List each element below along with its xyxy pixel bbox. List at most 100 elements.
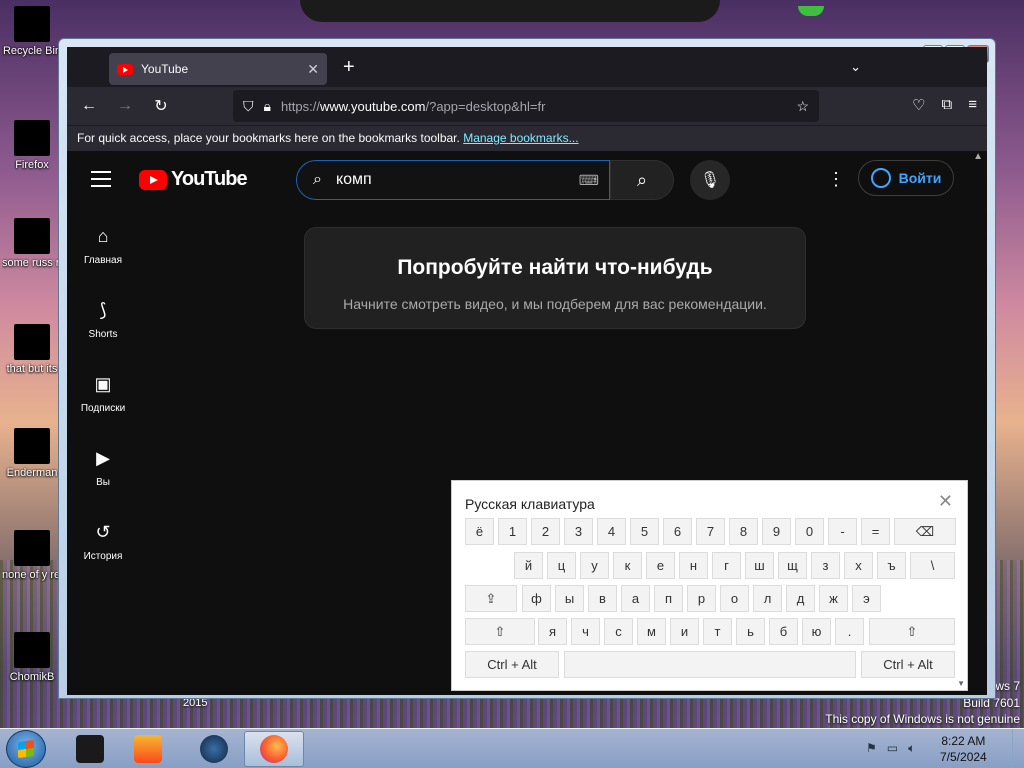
bookmark-star-icon[interactable]: ☆ <box>796 98 809 115</box>
taskbar-app-globe[interactable] <box>184 731 244 767</box>
voice-search-mic-icon[interactable]: 🎙︎ <box>690 160 730 200</box>
settings-kebab-icon[interactable]: ⋮ <box>827 169 845 190</box>
keyboard-key[interactable]: 3 <box>564 518 593 545</box>
taskbar-app-firefox[interactable] <box>244 731 304 767</box>
keyboard-key[interactable]: ь <box>736 618 765 645</box>
shield-icon[interactable]: ⛉ <box>243 98 254 115</box>
keyboard-key[interactable]: ⇪ <box>465 585 517 612</box>
keyboard-key[interactable]: ы <box>555 585 584 612</box>
desktop-icon[interactable]: none of y retards kn <box>2 530 62 582</box>
tray-volume-icon[interactable]: 🔈︎ <box>908 741 915 756</box>
reload-icon[interactable]: ↻ <box>143 96 179 116</box>
keyboard-key[interactable]: 0 <box>795 518 824 545</box>
keyboard-key[interactable]: - <box>828 518 857 545</box>
keyboard-key[interactable]: у <box>580 552 609 579</box>
keyboard-key[interactable]: 6 <box>663 518 692 545</box>
tab-youtube[interactable]: YouTube ✕ <box>109 53 327 85</box>
guide-menu-icon[interactable] <box>91 171 111 192</box>
search-input[interactable]: ⌕ комп ⌨ <box>296 160 610 200</box>
keyboard-key[interactable]: м <box>637 618 666 645</box>
tab-close-icon[interactable]: ✕ <box>307 61 319 78</box>
keyboard-key[interactable]: г <box>712 552 741 579</box>
taskbar-app-media-player[interactable] <box>118 731 178 767</box>
desktop-icon[interactable]: Firefox <box>2 120 62 172</box>
keyboard-key[interactable]: д <box>786 585 815 612</box>
guide-item-history[interactable]: ↺ История <box>67 505 139 579</box>
keyboard-key[interactable]: 4 <box>597 518 626 545</box>
virtual-keyboard-icon[interactable]: ⌨ <box>579 172 599 189</box>
guide-item-subscriptions[interactable]: ▣ Подписки <box>67 357 139 431</box>
guide-item-you[interactable]: ▶ Вы <box>67 431 139 505</box>
desktop-icon[interactable]: Recycle Bin <box>2 6 62 58</box>
keyboard-key[interactable]: я <box>538 618 567 645</box>
desktop-icon[interactable]: ChomikB <box>2 632 62 684</box>
desktop-icon[interactable]: that but its <box>2 324 62 376</box>
keyboard-key[interactable]: = <box>861 518 890 545</box>
youtube-logo[interactable]: YouTube <box>139 168 248 191</box>
forward-arrow-icon[interactable]: → <box>107 97 143 115</box>
keyboard-key[interactable]: 5 <box>630 518 659 545</box>
keyboard-key[interactable]: п <box>654 585 683 612</box>
keyboard-key[interactable]: л <box>753 585 782 612</box>
keyboard-key[interactable]: ю <box>802 618 831 645</box>
keyboard-key[interactable]: Ctrl + Alt <box>465 651 559 678</box>
search-value[interactable]: комп <box>336 171 579 189</box>
menu-hamburger-icon[interactable]: ≡ <box>968 96 977 114</box>
guide-item-home[interactable]: ⌂ Главная <box>67 209 139 283</box>
keyboard-key[interactable]: к <box>613 552 642 579</box>
keyboard-key[interactable]: 1 <box>498 518 527 545</box>
keyboard-key[interactable]: ж <box>819 585 848 612</box>
keyboard-key[interactable]: 7 <box>696 518 725 545</box>
keyboard-key[interactable]: а <box>621 585 650 612</box>
keyboard-key[interactable]: ё <box>465 518 494 545</box>
keyboard-key[interactable]: и <box>670 618 699 645</box>
desktop-icon[interactable]: Enderman <box>2 428 62 480</box>
list-all-tabs-chevron-icon[interactable]: ⌄ <box>850 59 861 75</box>
keyboard-key[interactable]: ф <box>522 585 551 612</box>
lock-icon[interactable]: 🔒︎ <box>264 98 271 115</box>
clock[interactable]: 8:22 AM 7/5/2024 <box>940 733 987 765</box>
extensions-icon[interactable]: ⧉ <box>942 96 953 114</box>
tray-flag-icon[interactable]: ⚑ <box>866 741 877 756</box>
guide-item-shorts[interactable]: ⟆ Shorts <box>67 283 139 357</box>
keyboard-key[interactable]: й <box>514 552 543 579</box>
keyboard-key[interactable]: о <box>720 585 749 612</box>
keyboard-key[interactable]: р <box>687 585 716 612</box>
keyboard-key[interactable]: щ <box>778 552 807 579</box>
back-arrow-icon[interactable]: ← <box>71 97 107 115</box>
url-text[interactable]: https://www.youtube.com/?app=desktop&hl=… <box>281 99 796 114</box>
keyboard-key[interactable]: ш <box>745 552 774 579</box>
keyboard-close-icon[interactable]: ✕ <box>938 491 953 512</box>
new-tab-plus-icon[interactable]: + <box>343 56 355 79</box>
keyboard-key[interactable]: х <box>844 552 873 579</box>
search-button[interactable]: ⌕ <box>610 160 674 200</box>
keyboard-key[interactable]: . <box>835 618 864 645</box>
keyboard-scroll-down-icon[interactable]: ▼ <box>957 679 965 688</box>
url-bar[interactable]: ⛉ 🔒︎ https://www.youtube.com/?app=deskto… <box>233 90 819 122</box>
keyboard-key[interactable]: 8 <box>729 518 758 545</box>
keyboard-key[interactable]: 2 <box>531 518 560 545</box>
keyboard-key[interactable]: ⌫ <box>894 518 956 545</box>
keyboard-key[interactable]: 9 <box>762 518 791 545</box>
desktop-icon[interactable]: some russ ran a rat <box>2 218 62 270</box>
keyboard-key[interactable]: \ <box>910 552 955 579</box>
start-button-windows-icon[interactable] <box>6 730 46 768</box>
keyboard-key[interactable]: ъ <box>877 552 906 579</box>
manage-bookmarks-link[interactable]: Manage bookmarks... <box>463 131 578 145</box>
keyboard-key[interactable]: в <box>588 585 617 612</box>
keyboard-key[interactable]: н <box>679 552 708 579</box>
keyboard-key[interactable]: з <box>811 552 840 579</box>
keyboard-key[interactable]: т <box>703 618 732 645</box>
pocket-icon[interactable]: ♡ <box>912 96 925 114</box>
keyboard-key[interactable]: ⇧ <box>465 618 535 645</box>
keyboard-key[interactable]: б <box>769 618 798 645</box>
show-desktop-button[interactable] <box>1012 729 1024 768</box>
keyboard-key[interactable]: с <box>604 618 633 645</box>
keyboard-key[interactable]: е <box>646 552 675 579</box>
sign-in-button[interactable]: Войти <box>858 160 954 196</box>
keyboard-key[interactable]: Ctrl + Alt <box>861 651 955 678</box>
keyboard-key[interactable]: ц <box>547 552 576 579</box>
taskbar-app-black-box[interactable] <box>60 731 120 767</box>
tray-network-icon[interactable]: ▭ <box>887 741 898 756</box>
keyboard-key[interactable]: э <box>852 585 881 612</box>
